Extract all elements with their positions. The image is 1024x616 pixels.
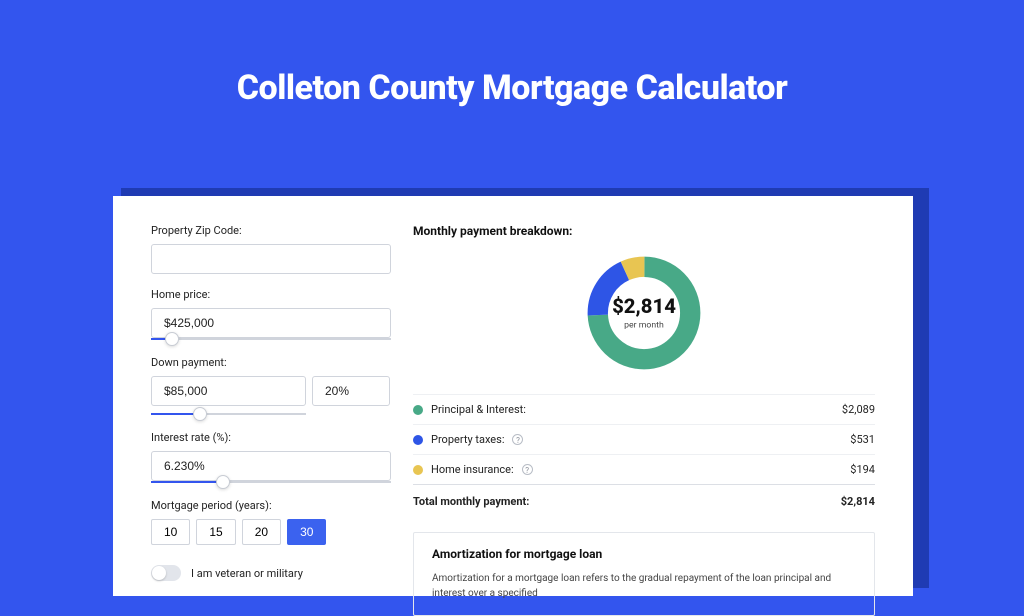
legend-label-taxes: Property taxes: [431,433,504,446]
amortization-title: Amortization for mortgage loan [432,547,856,561]
down-payment-input[interactable] [151,376,306,406]
legend-dot-principal [413,405,423,415]
veteran-label: I am veteran or military [191,567,303,580]
help-icon[interactable]: ? [512,434,523,445]
breakdown-title: Monthly payment breakdown: [413,224,875,238]
legend-value-taxes: $531 [850,433,875,446]
legend-label-principal: Principal & Interest: [431,403,526,416]
legend-dot-taxes [413,435,423,445]
zip-input[interactable] [151,244,391,274]
down-payment-pct-input[interactable] [312,376,390,406]
legend-value-principal: $2,089 [842,403,875,416]
zip-label: Property Zip Code: [151,224,393,237]
help-icon[interactable]: ? [522,464,533,475]
interest-label: Interest rate (%): [151,431,393,444]
amortization-box: Amortization for mortgage loan Amortizat… [413,532,875,616]
donut-center-value: $2,814 [612,294,676,318]
home-price-label: Home price: [151,288,393,301]
home-price-input[interactable] [151,308,391,338]
page-title: Colleton County Mortgage Calculator [0,68,1024,108]
calculator-card: Property Zip Code: Home price: Down paym… [113,196,913,596]
legend-label-total: Total monthly payment: [413,495,529,508]
down-payment-slider[interactable] [151,413,306,415]
interest-input[interactable] [151,451,391,481]
amortization-text: Amortization for a mortgage loan refers … [432,571,856,601]
period-btn-15[interactable]: 15 [196,519,235,545]
legend-dot-insurance [413,465,423,475]
period-btn-30[interactable]: 30 [287,519,326,545]
period-button-row: 10 15 20 30 [151,519,393,545]
legend-value-insurance: $194 [850,463,875,476]
interest-slider[interactable] [151,481,391,483]
donut-center-unit: per month [624,321,664,331]
donut-chart: $2,814 per month [413,252,875,374]
down-payment-label: Down payment: [151,356,393,369]
legend-label-insurance: Home insurance: [431,463,514,476]
legend-value-total: $2,814 [841,495,875,508]
period-btn-20[interactable]: 20 [242,519,281,545]
period-btn-10[interactable]: 10 [151,519,190,545]
home-price-slider[interactable] [151,338,391,340]
veteran-toggle[interactable] [151,565,181,581]
breakdown-panel: Monthly payment breakdown: $2,814 per mo… [403,196,913,596]
period-label: Mortgage period (years): [151,499,393,512]
form-panel: Property Zip Code: Home price: Down paym… [113,196,403,596]
